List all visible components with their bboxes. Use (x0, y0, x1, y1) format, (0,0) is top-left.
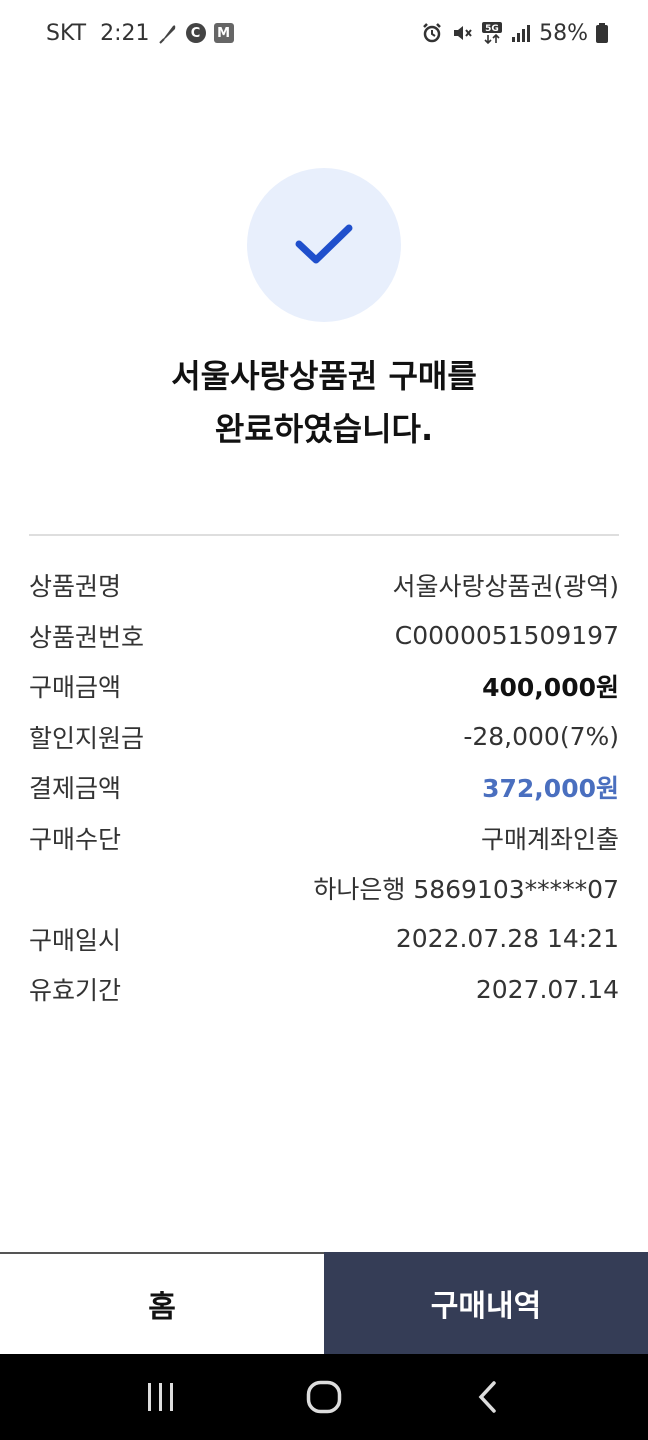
success-check-badge (247, 168, 401, 322)
purchase-history-button[interactable]: 구매내역 (324, 1252, 648, 1354)
m-badge-icon: M (213, 23, 234, 43)
detail-label: 결제금액 (29, 774, 122, 804)
home-nav-button[interactable] (294, 1367, 354, 1427)
c-badge-icon: C (185, 23, 206, 43)
detail-label: 유효기간 (29, 976, 122, 1006)
detail-label: 상품권명 (29, 572, 122, 602)
feather-icon (158, 22, 178, 44)
back-button[interactable] (457, 1367, 517, 1427)
home-nav-icon (306, 1380, 342, 1414)
detail-value: C0000051509197 (394, 621, 619, 651)
bottom-action-bar: 홈 구매내역 (0, 1252, 648, 1354)
detail-row-payment-amount: 결제금액 372,000원 (29, 762, 619, 813)
home-button[interactable]: 홈 (0, 1254, 324, 1354)
checkmark-icon (295, 224, 353, 264)
divider (29, 534, 619, 536)
status-bar: SKT 2:21 C M 5G 58% (0, 0, 648, 66)
5g-icon: 5G (481, 21, 503, 45)
detail-value: -28,000(7%) (463, 722, 619, 752)
battery-percent: 58% (539, 20, 588, 46)
detail-label: 구매일시 (29, 925, 122, 955)
mute-icon (451, 22, 473, 44)
detail-row-discount: 할인지원금 -28,000(7%) (29, 712, 619, 763)
detail-label: 구매수단 (29, 824, 122, 854)
completion-title: 서울사랑상품권 구매를 완료하였습니다. (0, 350, 648, 456)
detail-value: 하나은행 5869103*****07 (313, 875, 619, 905)
svg-text:5G: 5G (485, 24, 499, 34)
battery-icon (596, 23, 608, 43)
detail-row-valid-until: 유효기간 2027.07.14 (29, 964, 619, 1015)
detail-row-account: 하나은행 5869103*****07 (29, 863, 619, 914)
signal-icon (511, 23, 531, 43)
purchase-complete-screen: SKT 2:21 C M 5G 58% 서울사랑상품권 구매를 완료하였습니다.… (0, 0, 648, 1440)
detail-row-purchase-date: 구매일시 2022.07.28 14:21 (29, 914, 619, 965)
completion-title-line1: 서울사랑상품권 구매를 (171, 357, 477, 395)
detail-value: 구매계좌인출 (480, 824, 619, 854)
detail-label: 할인지원금 (29, 723, 145, 753)
back-icon (478, 1381, 496, 1413)
detail-value: 372,000원 (482, 774, 619, 804)
recent-apps-icon (148, 1383, 174, 1411)
detail-label: 상품권번호 (29, 622, 145, 652)
status-bar-left: SKT 2:21 C M (46, 21, 234, 46)
detail-label: 구매금액 (29, 673, 122, 703)
clock: 2:21 (100, 20, 150, 46)
detail-row-purchase-amount: 구매금액 400,000원 (29, 661, 619, 712)
detail-value: 서울사랑상품권(광역) (392, 572, 619, 602)
detail-row-payment-method: 구매수단 구매계좌인출 (29, 813, 619, 864)
detail-row-voucher-name: 상품권명 서울사랑상품권(광역) (29, 560, 619, 611)
detail-row-voucher-number: 상품권번호 C0000051509197 (29, 611, 619, 662)
purchase-details: 상품권명 서울사랑상품권(광역) 상품권번호 C0000051509197 구매… (29, 560, 619, 1015)
completion-title-line2: 완료하였습니다. (214, 410, 434, 448)
status-bar-right: 5G 58% (421, 21, 608, 46)
alarm-icon (421, 22, 443, 44)
system-navigation-bar (0, 1354, 648, 1440)
carrier-label: SKT (46, 20, 87, 46)
detail-value: 400,000원 (482, 673, 619, 703)
detail-value: 2022.07.28 14:21 (395, 924, 619, 954)
detail-value: 2027.07.14 (475, 974, 619, 1004)
recent-apps-button[interactable] (131, 1367, 191, 1427)
